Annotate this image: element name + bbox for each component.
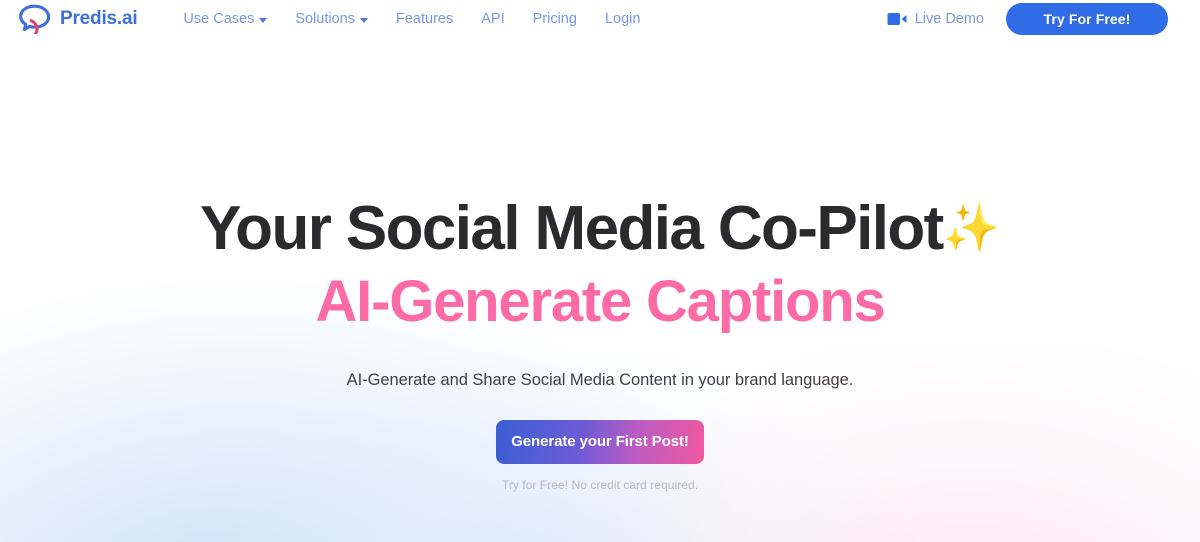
nav-item-solutions[interactable]: Solutions <box>295 11 368 27</box>
page-root: Predis.ai Use Cases Solutions Features A… <box>0 0 1200 542</box>
page-title: Your Social Media Co-Pilot✨ <box>200 194 1000 263</box>
hero-description: AI-Generate and Share Social Media Conte… <box>346 370 854 389</box>
page-title-text: Your Social Media Co-Pilot <box>200 194 944 263</box>
nav-item-label: Features <box>396 11 454 27</box>
try-for-free-button[interactable]: Try For Free! <box>1006 3 1168 35</box>
brand-logo-link[interactable]: Predis.ai <box>18 4 138 34</box>
nav-item-login[interactable]: Login <box>605 11 640 27</box>
generate-first-post-button[interactable]: Generate your First Post! <box>496 419 704 464</box>
main-navigation: Use Cases Solutions Features API Pricing… <box>183 11 640 27</box>
live-demo-label: Live Demo <box>914 11 984 27</box>
chevron-down-icon <box>259 17 268 23</box>
speech-bubble-logo-icon <box>19 4 51 34</box>
hero-cta-note: Try for Free! No credit card required. <box>501 477 699 492</box>
header-actions: Live Demo Try For Free! <box>887 3 1168 35</box>
live-demo-link[interactable]: Live Demo <box>887 11 984 27</box>
nav-item-pricing[interactable]: Pricing <box>533 11 577 27</box>
nav-item-label: API <box>481 11 505 27</box>
site-header: Predis.ai Use Cases Solutions Features A… <box>0 0 1200 38</box>
video-camera-icon <box>887 13 907 25</box>
nav-item-use-cases[interactable]: Use Cases <box>183 11 268 27</box>
nav-item-features[interactable]: Features <box>396 11 453 27</box>
brand-name: Predis.ai <box>60 8 138 29</box>
chevron-down-icon <box>360 17 368 23</box>
nav-item-api[interactable]: API <box>481 11 504 27</box>
page-subtitle-accent: AI-Generate Captions <box>315 268 886 334</box>
sparkles-icon: ✨ <box>942 201 1000 254</box>
nav-item-label: Solutions <box>295 11 355 27</box>
hero-section: Your Social Media Co-Pilot✨ AI-Generate … <box>0 0 1200 542</box>
nav-item-label: Pricing <box>532 11 577 27</box>
nav-item-label: Login <box>604 11 641 27</box>
nav-item-label: Use Cases <box>183 11 255 27</box>
